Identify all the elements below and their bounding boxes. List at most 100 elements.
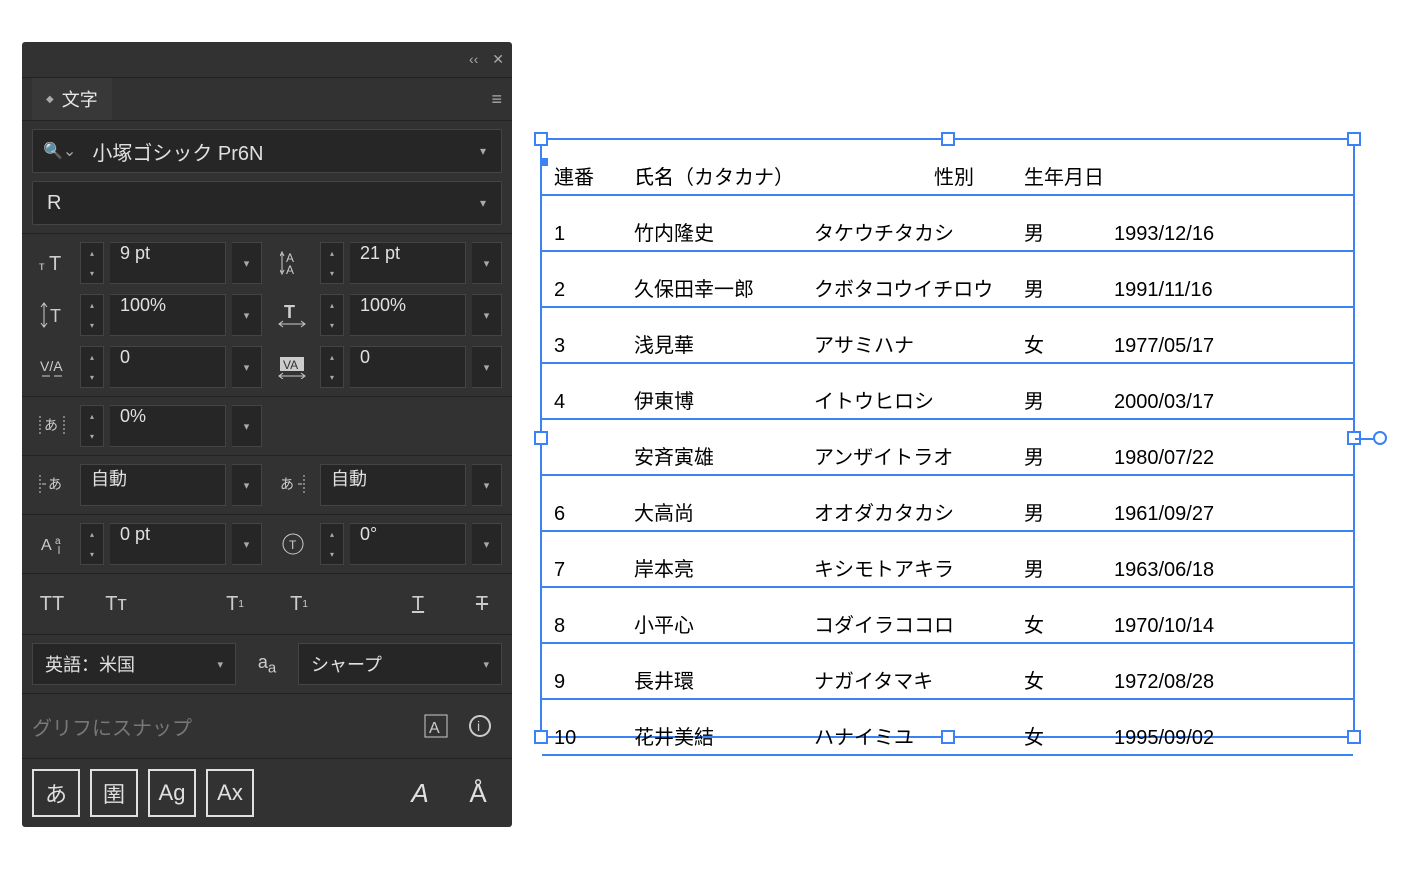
baseline-shift-icon: Aa [32,523,74,565]
rotation-spinner[interactable]: ▴▾ [320,523,344,565]
glyph-snap-4-button[interactable]: Ax [206,769,254,817]
panel-menu-icon[interactable]: ≡ [491,89,502,110]
cell-sex: 男 [1024,553,1114,582]
v-scale-spinner[interactable]: ▴▾ [80,294,104,336]
v-scale-input[interactable]: 100% [110,294,226,336]
kerning-input[interactable]: 0 [110,346,226,388]
baseline-dropdown[interactable]: ▾ [232,523,262,565]
out-port[interactable] [1373,431,1387,445]
rotation-input[interactable]: 0° [350,523,466,565]
cell-name: 安斉寅雄 [634,441,814,470]
leading-dropdown[interactable]: ▾ [472,242,502,284]
font-family-field[interactable]: 🔍⌄ 小塚ゴシック Pr6N ▾ [32,129,502,173]
aki-after-input[interactable]: 自動 [320,464,466,506]
strikethrough-button[interactable]: T [462,584,502,624]
cell-date: 1972/08/28 [1114,671,1341,694]
cell-name: 岸本亮 [634,553,814,582]
aki-before-dropdown[interactable]: ▾ [232,464,262,506]
svg-text:a: a [55,536,61,547]
superscript-button[interactable]: T1 [215,584,255,624]
chevron-down-icon[interactable]: ▾ [465,196,501,210]
glyph-snap-6-button[interactable]: Å [454,769,502,817]
tracking-input[interactable]: 0 [350,346,466,388]
cell-date: 1995/09/02 [1114,727,1341,750]
font-style-field[interactable]: R ▾ [32,181,502,225]
font-size-input[interactable]: 9 pt [110,242,226,284]
glyph-snap-1-button[interactable]: あ [32,769,80,817]
aki-before-input[interactable]: 自動 [80,464,226,506]
table-row: 10花井美結ハナイミユ女1995/09/02 [542,700,1353,756]
handle-top-right[interactable] [1347,132,1361,146]
baseline-input[interactable]: 0 pt [110,523,226,565]
handle-bottom-right[interactable] [1347,730,1361,744]
cell-kana: イトウヒロシ [814,385,1024,414]
antialias-select[interactable]: シャープ ▾ [298,643,502,685]
snap-to-glyph-label: グリフにスナップ [32,712,414,741]
rotation-dropdown[interactable]: ▾ [472,523,502,565]
glyph-snap-5-button[interactable]: A [396,769,444,817]
aki-after-dropdown[interactable]: ▾ [472,464,502,506]
collapse-icon[interactable]: ‹‹ [469,51,478,68]
cell-num: 6 [554,503,634,526]
tsume-input[interactable]: 0% [110,405,226,447]
kerning-spinner[interactable]: ▴▾ [80,346,104,388]
svg-text:V/A: V/A [40,358,63,374]
tracking-dropdown[interactable]: ▾ [472,346,502,388]
cell-sex: 男 [1024,217,1114,246]
cell-sex: 女 [1024,609,1114,638]
cell-num: 2 [554,279,634,302]
all-caps-button[interactable]: TT [32,584,72,624]
tsume-dropdown[interactable]: ▾ [232,405,262,447]
handle-top-middle[interactable] [941,132,955,146]
handle-bottom-left[interactable] [534,730,548,744]
tracking-spinner[interactable]: ▴▾ [320,346,344,388]
kerning-icon: V/A [32,346,74,388]
language-select[interactable]: 英語：米国 ▾ [32,643,236,685]
table-row: 6大高尚オオダカタカシ男1961/09/27 [542,476,1353,532]
svg-text:あ: あ [48,476,62,492]
handle-bottom-middle[interactable] [941,730,955,744]
glyph-snap-2-button[interactable]: 圉 [90,769,138,817]
cell-sex: 女 [1024,665,1114,694]
v-scale-dropdown[interactable]: ▾ [232,294,262,336]
vertical-scale-icon: T [32,294,74,336]
h-scale-spinner[interactable]: ▴▾ [320,294,344,336]
underline-button[interactable]: T [398,584,438,624]
tsume-spinner[interactable]: ▴▾ [80,405,104,447]
cell-name: 小平心 [634,609,814,638]
header-sex: 性別 [934,161,1024,190]
leading-spinner[interactable]: ▴▾ [320,242,344,284]
cell-kana: タケウチタカシ [814,217,1024,246]
cell-date: 1991/11/16 [1114,279,1341,302]
glyph-snap-3-button[interactable]: Ag [148,769,196,817]
chevron-down-icon[interactable]: ▾ [465,144,501,158]
cell-name: 浅見華 [634,329,814,358]
handle-middle-left[interactable] [534,431,548,445]
glyph-bounds-button[interactable]: A [414,704,458,748]
close-icon[interactable]: ✕ [492,51,504,68]
cell-kana: ハナイミユ [814,721,1024,750]
cell-sex: 男 [1024,497,1114,526]
leading-input[interactable]: 21 pt [350,242,466,284]
font-size-spinner[interactable]: ▴▾ [80,242,104,284]
kerning-dropdown[interactable]: ▾ [232,346,262,388]
table-row: 2久保田幸一郎クボタコウイチロウ男1991/11/16 [542,252,1353,308]
info-icon[interactable]: i [458,704,502,748]
svg-text:あ: あ [44,417,58,433]
panel-tab-character[interactable]: ◆ 文字 [32,78,112,120]
h-scale-input[interactable]: 100% [350,294,466,336]
table-row: 9長井環ナガイタマキ女1972/08/28 [542,644,1353,700]
handle-top-left[interactable] [534,132,548,146]
baseline-spinner[interactable]: ▴▾ [80,523,104,565]
subscript-button[interactable]: T1 [279,584,319,624]
font-family-value: 小塚ゴシック Pr6N [86,137,465,166]
aki-before-icon: あ [32,464,74,506]
header-num: 連番 [554,161,634,190]
svg-text:A: A [429,720,440,737]
small-caps-button[interactable]: Tᴛ [96,584,136,624]
font-size-dropdown[interactable]: ▾ [232,242,262,284]
h-scale-dropdown[interactable]: ▾ [472,294,502,336]
text-frame[interactable]: 連番 氏名 氏名（カタカナ） 性別 生年月日 1竹内隆史タケウチタカシ男1993… [540,138,1355,738]
in-port[interactable] [540,158,548,166]
cell-name: 久保田幸一郎 [634,273,814,302]
